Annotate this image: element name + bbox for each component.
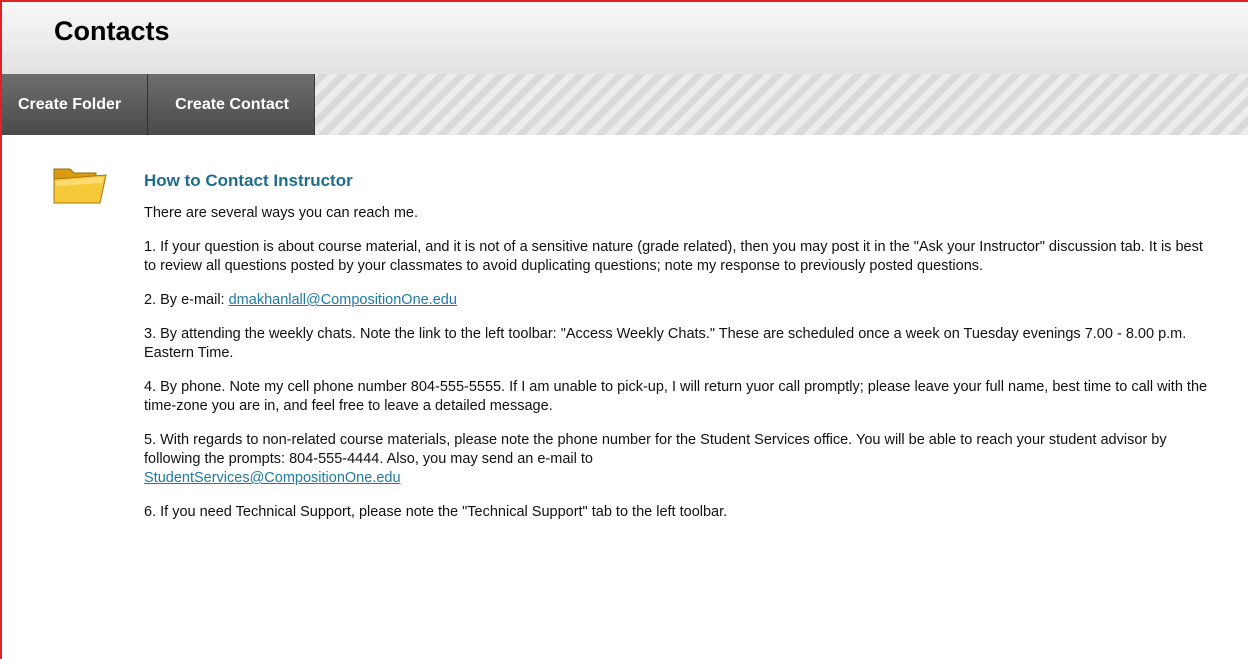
page-title: Contacts: [54, 16, 170, 46]
title-bar: Contacts: [2, 2, 1248, 74]
paragraph-4: 4. By phone. Note my cell phone number 8…: [144, 379, 1208, 414]
folder-title[interactable]: How to Contact Instructor: [144, 170, 1218, 192]
action-bar: Create Folder Create Contact: [2, 74, 1248, 135]
paragraph-1: 1. If your question is about course mate…: [144, 239, 1203, 274]
content-area: How to Contact Instructor There are seve…: [2, 135, 1248, 522]
paragraph-5-text: 5. With regards to non-related course ma…: [144, 432, 1167, 467]
paragraph-2-text: 2. By e-mail:: [144, 292, 229, 308]
instructor-email-link[interactable]: dmakhanlall@CompositionOne.edu: [229, 292, 457, 308]
paragraph-3: 3. By attending the weekly chats. Note t…: [144, 326, 1187, 361]
student-services-email-link[interactable]: StudentServices@CompositionOne.edu: [144, 470, 401, 486]
folder-icon: [50, 161, 110, 211]
contact-folder-item: How to Contact Instructor There are seve…: [144, 170, 1218, 522]
create-contact-button[interactable]: Create Contact: [148, 74, 315, 135]
create-folder-button[interactable]: Create Folder: [2, 74, 149, 135]
intro-text: There are several ways you can reach me.: [144, 205, 419, 221]
contacts-page: Contacts Create Folder Create Contact Ho…: [0, 0, 1248, 659]
paragraph-2: 2. By e-mail: dmakhanlall@CompositionOne…: [144, 291, 1218, 310]
paragraph-5: 5. With regards to non-related course ma…: [144, 431, 1218, 488]
paragraph-6: 6. If you need Technical Support, please…: [144, 504, 728, 520]
